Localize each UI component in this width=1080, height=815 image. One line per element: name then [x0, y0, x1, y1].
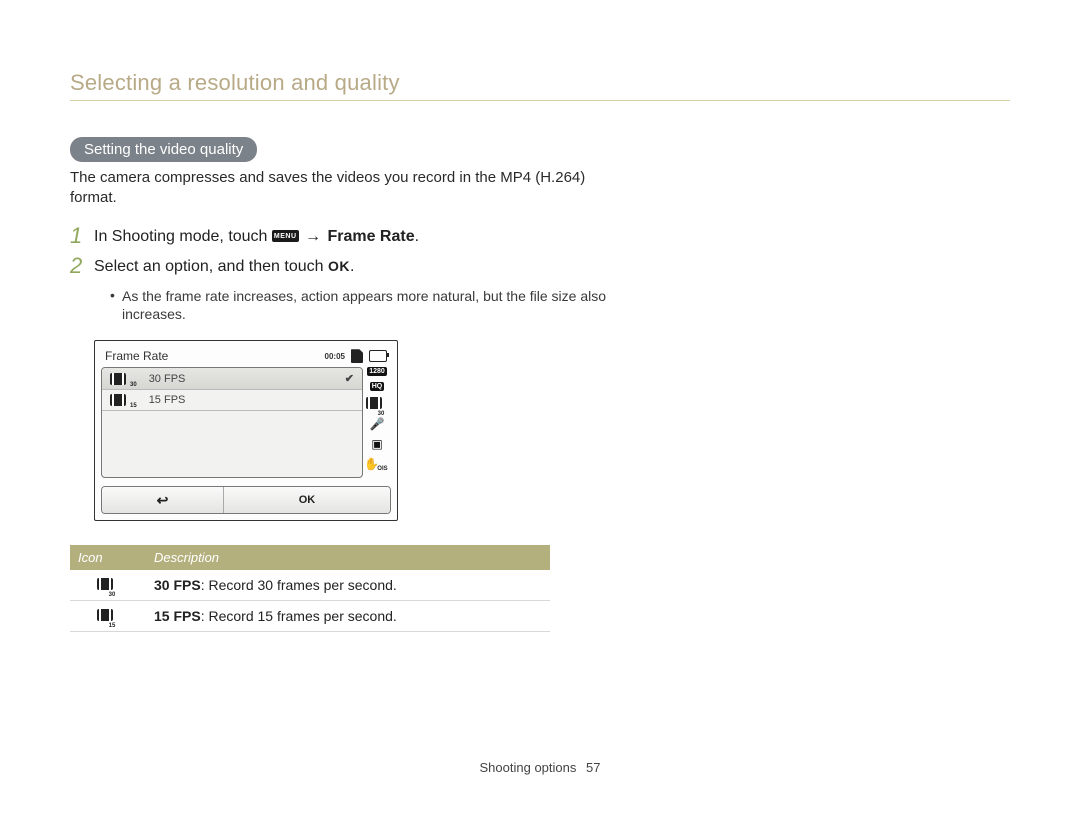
film-icon — [110, 394, 126, 406]
step-number: 2 — [70, 255, 94, 277]
film-icon-sub: 15 — [130, 403, 137, 409]
film-icon — [97, 578, 113, 590]
recording-time: 00:05 — [325, 352, 345, 361]
ok-button[interactable]: OK — [224, 487, 390, 513]
table-header-description: Description — [146, 545, 550, 570]
back-icon: ↩ — [157, 492, 169, 509]
screenshot-status: 00:05 — [325, 349, 387, 363]
check-icon: ✔ — [345, 372, 354, 385]
table-icon-cell: 15 — [70, 601, 146, 632]
sd-card-icon — [351, 349, 363, 363]
film-icon-sub: 15 — [109, 623, 116, 629]
film-icon — [97, 609, 113, 621]
step-1: 1 In Shooting mode, touch MENU → Frame R… — [70, 227, 650, 247]
footer-section: Shooting options — [480, 760, 577, 775]
icon-description-table: Icon Description 30 30 FPS: Record 30 fr… — [70, 545, 550, 632]
table-desc-cell: 30 FPS: Record 30 frames per second. — [146, 570, 550, 601]
table-row: 30 30 FPS: Record 30 frames per second. — [70, 570, 550, 601]
table-header-icon: Icon — [70, 545, 146, 570]
options-panel: 30 30 FPS ✔ 15 15 FPS — [101, 367, 363, 478]
film-icon-sub: 30 — [378, 411, 385, 417]
option-30fps[interactable]: 30 30 FPS ✔ — [102, 368, 362, 390]
intro-paragraph: The camera compresses and saves the vide… — [70, 168, 600, 209]
film-icon-sub: 30 — [130, 382, 137, 388]
film-icon-sub: 30 — [109, 592, 116, 598]
step-2-note: • As the frame rate increases, action ap… — [110, 287, 630, 325]
bullet-dot: • — [110, 287, 122, 325]
step-1-text: In Shooting mode, touch MENU → Frame Rat… — [94, 227, 650, 246]
step-2-leading: Select an option, and then touch — [94, 258, 328, 275]
section-pill: Setting the video quality — [70, 137, 257, 162]
step-2-note-text: As the frame rate increases, action appe… — [122, 287, 630, 325]
screenshot-title: Frame Rate — [105, 349, 168, 363]
back-button[interactable]: ↩ — [102, 487, 224, 513]
step-1-target: Frame Rate — [327, 228, 414, 245]
screenshot-footer: ↩ OK — [101, 486, 391, 514]
metering-icon: ▣ — [371, 437, 382, 451]
ois-icon-sub: OIS — [377, 466, 387, 472]
option-15fps-label: 15 FPS — [149, 394, 186, 406]
table-desc-bold: 15 FPS — [154, 608, 201, 624]
ois-icon: ✋OIS — [364, 457, 389, 471]
step-2-text: Select an option, and then touch OK. — [94, 257, 650, 276]
option-30fps-label: 30 FPS — [149, 373, 186, 385]
framerate-indicator: 30 — [366, 397, 389, 411]
option-15fps[interactable]: 15 15 FPS — [102, 390, 362, 411]
film-icon — [110, 373, 126, 385]
options-blank — [102, 411, 362, 477]
page-footer: Shooting options 57 — [0, 760, 1080, 775]
table-desc-cell: 15 FPS: Record 15 frames per second. — [146, 601, 550, 632]
resolution-badge: 1280 — [367, 367, 387, 376]
screenshot-header: Frame Rate 00:05 — [101, 347, 391, 367]
mic-icon: 🎤 — [370, 417, 385, 431]
footer-page-number: 57 — [586, 760, 600, 775]
camera-screenshot: Frame Rate 00:05 30 30 FPS ✔ 15 15 FPS — [94, 340, 398, 521]
steps-list: 1 In Shooting mode, touch MENU → Frame R… — [70, 227, 650, 325]
quality-badge: HQ — [370, 382, 385, 391]
step-2: 2 Select an option, and then touch OK. — [70, 257, 650, 277]
page-title: Selecting a resolution and quality — [70, 70, 1010, 101]
table-row: 15 15 FPS: Record 15 frames per second. — [70, 601, 550, 632]
side-indicators: 1280 HQ 30 🎤 ▣ ✋OIS — [363, 367, 391, 478]
battery-icon — [369, 350, 387, 362]
table-desc-bold: 30 FPS — [154, 577, 201, 593]
table-desc-text: : Record 30 frames per second. — [201, 577, 397, 593]
film-icon — [366, 397, 382, 409]
step-2-end: . — [350, 258, 354, 275]
table-desc-text: : Record 15 frames per second. — [201, 608, 397, 624]
step-1-end: . — [415, 228, 419, 245]
step-number: 1 — [70, 225, 94, 247]
arrow-icon: → — [303, 228, 327, 245]
step-1-leading: In Shooting mode, touch — [94, 228, 272, 245]
ok-icon: OK — [328, 258, 350, 274]
table-icon-cell: 30 — [70, 570, 146, 601]
menu-icon: MENU — [272, 230, 299, 242]
